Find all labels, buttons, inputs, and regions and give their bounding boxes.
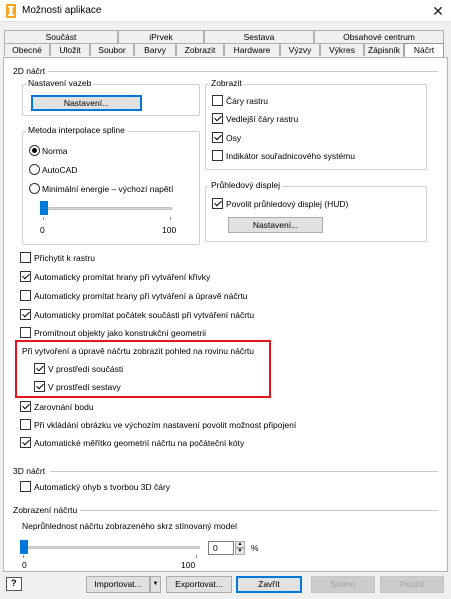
spline-slider-min: 0 xyxy=(40,225,45,235)
checkbox-minor-grid-lines-label: Vedlejší čáry rastru xyxy=(226,114,299,124)
checkbox-look-at-assembly[interactable] xyxy=(34,381,45,392)
opacity-label: Neprůhlednost náčrtu zobrazeného skrz st… xyxy=(22,521,237,531)
tick xyxy=(170,217,171,220)
cancel-button[interactable]: Storno xyxy=(311,576,375,593)
tab-zapisnik[interactable]: Zápisník xyxy=(364,43,404,56)
opacity-slider-max: 100 xyxy=(181,560,196,570)
close-icon[interactable]: ✕ xyxy=(428,1,448,21)
opacity-spinner[interactable]: ▲ ▼ xyxy=(235,541,245,555)
opacity-slider-track[interactable] xyxy=(20,546,200,549)
constraint-group-label: Nastavení vazeb xyxy=(26,78,94,88)
tab-obsahove-centrum[interactable]: Obsahové centrum xyxy=(314,30,444,43)
tab-barvy[interactable]: Barvy xyxy=(134,43,176,56)
spline-slider-max: 100 xyxy=(162,225,177,235)
checkbox-look-at-assembly-label: V prostředí sestavy xyxy=(48,382,121,392)
checkbox-snap-to-grid[interactable] xyxy=(20,252,31,263)
tab-zobrazit[interactable]: Zobrazit xyxy=(176,43,224,56)
spline-slider-track[interactable] xyxy=(40,207,172,210)
radio-autocad-label: AutoCAD xyxy=(42,165,78,175)
tab-soucast[interactable]: Součást xyxy=(4,30,118,43)
hud-group-label: Průhledový displej xyxy=(209,180,282,190)
spin-down-icon[interactable]: ▼ xyxy=(235,548,245,555)
radio-min-energy[interactable] xyxy=(29,183,40,194)
tab-vykres[interactable]: Výkres xyxy=(320,43,364,56)
tab-soubor[interactable]: Soubor xyxy=(90,43,134,56)
section-display-title: Zobrazení náčrtu xyxy=(13,505,78,515)
radio-min-energy-label: Minimální energie – výchozí napětí xyxy=(42,184,174,194)
checkbox-minor-grid-lines[interactable] xyxy=(212,113,223,124)
help-icon[interactable]: ? xyxy=(6,577,22,591)
display-group-label: Zobrazit xyxy=(209,78,244,88)
spline-slider-thumb[interactable] xyxy=(40,201,48,215)
checkbox-image-link-label: Při vkládání obrázku ve výchozím nastave… xyxy=(34,420,297,430)
title-bar: Možnosti aplikace ✕ xyxy=(0,0,451,22)
checkbox-autoproject-edit[interactable] xyxy=(20,290,31,301)
opacity-input[interactable]: 0 xyxy=(208,541,234,555)
checkbox-enable-hud-label: Povolit průhledový displej (HUD) xyxy=(226,199,349,209)
constraint-settings-button[interactable]: Nastavení... xyxy=(31,95,142,111)
checkbox-look-at-part[interactable] xyxy=(34,363,45,374)
hud-settings-button[interactable]: Nastavení... xyxy=(228,217,323,233)
checkbox-axes-label: Osy xyxy=(226,133,242,143)
checkbox-point-alignment[interactable] xyxy=(20,401,31,412)
tab-iprvek[interactable]: iPrvek xyxy=(118,30,204,43)
spline-group-label: Metoda interpolace spline xyxy=(26,125,127,135)
opacity-slider-min: 0 xyxy=(22,560,27,570)
radio-norma-label: Norma xyxy=(42,146,68,156)
checkbox-construction-geometry[interactable] xyxy=(20,327,31,338)
spin-up-icon[interactable]: ▲ xyxy=(235,541,245,548)
checkbox-autoproject-origin[interactable] xyxy=(20,309,31,320)
separator xyxy=(80,510,438,511)
window-title: Možnosti aplikace xyxy=(22,5,102,16)
tab-vyzvy[interactable]: Výzvy xyxy=(280,43,320,56)
radio-norma[interactable] xyxy=(29,145,40,156)
checkbox-grid-lines-label: Čáry rastru xyxy=(226,96,269,106)
hud-group xyxy=(205,186,427,242)
checkbox-grid-lines[interactable] xyxy=(212,95,223,106)
opacity-slider-thumb[interactable] xyxy=(20,540,28,554)
close-button[interactable]: Zavřít xyxy=(236,576,302,593)
checkbox-autoproject-curve[interactable] xyxy=(20,271,31,282)
tick xyxy=(196,555,197,558)
section-2d-title: 2D náčrt xyxy=(13,66,46,76)
look-at-label: Při vytvoření a úpravě náčrtu zobrazit p… xyxy=(22,346,254,356)
checkbox-coord-indicator[interactable] xyxy=(212,150,223,161)
checkbox-auto-bend[interactable] xyxy=(20,481,31,492)
checkbox-image-link[interactable] xyxy=(20,419,31,430)
checkbox-axes[interactable] xyxy=(212,132,223,143)
checkbox-construction-geometry-label: Promítnout objekty jako konstrukční geom… xyxy=(34,328,206,338)
separator xyxy=(48,71,438,72)
export-button[interactable]: Exportovat... xyxy=(166,576,232,593)
checkbox-autoproject-edit-label: Automaticky promítat hrany při vytváření… xyxy=(34,291,248,301)
tab-obecne[interactable]: Obecné xyxy=(4,43,50,56)
import-dropdown-icon[interactable]: ▼ xyxy=(150,576,161,593)
app-icon xyxy=(6,4,16,18)
checkbox-snap-to-grid-label: Přichytit k rastru xyxy=(34,253,95,263)
tab-ulozit[interactable]: Uložit xyxy=(50,43,90,56)
section-3d-title: 3D náčrt xyxy=(13,466,46,476)
opacity-unit: % xyxy=(251,543,259,553)
tick xyxy=(43,217,44,220)
radio-autocad[interactable] xyxy=(29,164,40,175)
tab-hardware[interactable]: Hardware xyxy=(224,43,280,56)
import-button[interactable]: Importovat... xyxy=(86,576,150,593)
checkbox-look-at-part-label: V prostředí součásti xyxy=(48,364,124,374)
checkbox-point-alignment-label: Zarovnání bodu xyxy=(34,402,94,412)
checkbox-autoproject-curve-label: Automaticky promítat hrany při vytváření… xyxy=(34,272,211,282)
tab-sestava[interactable]: Sestava xyxy=(204,30,314,43)
tab-nacrt[interactable]: Náčrt xyxy=(404,43,444,57)
apply-button[interactable]: Použít xyxy=(380,576,444,593)
checkbox-enable-hud[interactable] xyxy=(212,198,223,209)
checkbox-auto-bend-label: Automatický ohyb s tvorbou 3D čáry xyxy=(34,482,171,492)
checkbox-coord-indicator-label: Indikátor souřadnicového systému xyxy=(226,151,355,161)
checkbox-autoproject-origin-label: Automaticky promítat počátek součásti př… xyxy=(34,310,255,320)
separator xyxy=(50,471,438,472)
checkbox-auto-scale[interactable] xyxy=(20,437,31,448)
checkbox-auto-scale-label: Automatické měřítko geometrií náčrtu na … xyxy=(34,438,245,448)
tick xyxy=(23,555,24,558)
